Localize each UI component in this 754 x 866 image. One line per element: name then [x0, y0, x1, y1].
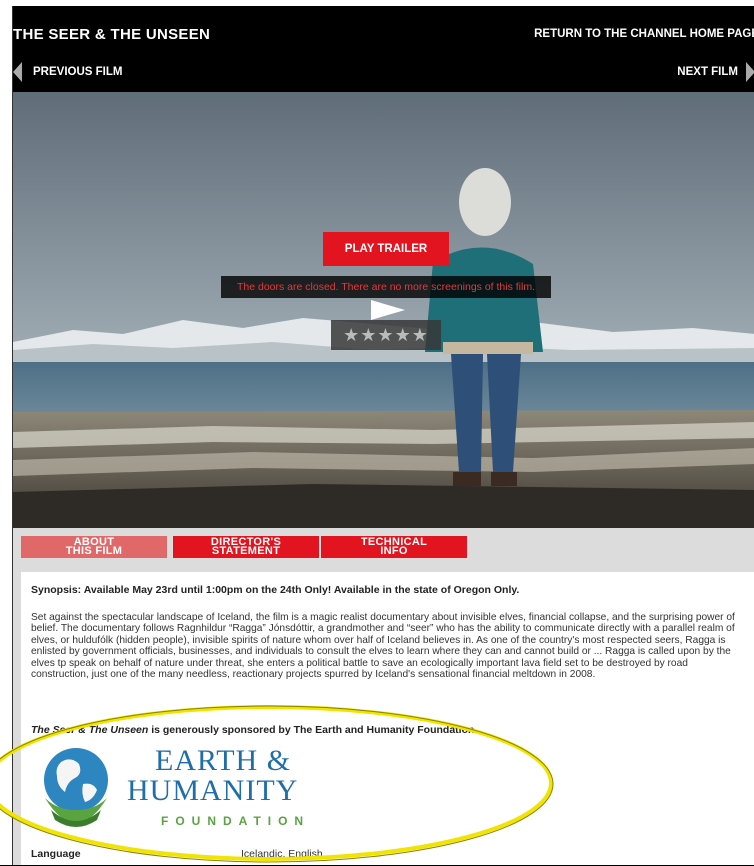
language-label: Language — [31, 848, 81, 860]
sponsor-line: The Seer & The Unseen is generously spon… — [31, 724, 477, 736]
earth-humanity-logo: EARTH & HUMANITY FOUNDATION — [31, 740, 371, 830]
screening-closed-message: The doors are closed. There are no more … — [221, 276, 551, 298]
film-page: THE SEER & THE UNSEEN RETURN TO THE CHAN… — [12, 6, 754, 865]
tab-technical-label: TECHNICAL INFO — [360, 536, 428, 557]
sponsor-film-title: The Seer & The Unseen — [31, 724, 149, 736]
globe-hands-icon — [44, 748, 108, 827]
tab-about-this-film[interactable]: ABOUT THIS FILM — [21, 536, 167, 558]
play-trailer-button[interactable]: PLAY TRAILER — [323, 232, 449, 266]
next-arrow-icon — [746, 62, 754, 82]
tab-technical-info[interactable]: TECHNICAL INFO — [321, 536, 467, 558]
synopsis-heading: Synopsis: Available May 23rd until 1:00p… — [31, 584, 520, 596]
tab-about-label: ABOUT THIS FILM — [65, 536, 123, 557]
trailer-video[interactable]: PLAY TRAILER The doors are closed. There… — [13, 92, 754, 528]
sponsor-text: is generously sponsored by The Earth and… — [148, 724, 478, 736]
synopsis-body: Set against the spectacular landscape of… — [31, 612, 735, 681]
language-value: Icelandic, English — [241, 848, 323, 860]
tab-directors-statement[interactable]: DIRECTOR'S STATEMENT — [173, 536, 319, 558]
top-bar: THE SEER & THE UNSEEN RETURN TO THE CHAN… — [13, 6, 754, 92]
logo-line-foundation: FOUNDATION — [161, 814, 311, 828]
previous-film-link[interactable]: PREVIOUS FILM — [13, 62, 122, 82]
star-rating[interactable]: ★★★★★ — [331, 320, 441, 350]
logo-line-earth: EARTH & — [155, 744, 292, 777]
previous-film-label: PREVIOUS FILM — [33, 66, 123, 78]
film-info-panel: ABOUT THIS FILM DIRECTOR'S STATEMENT TECHN… — [13, 528, 754, 865]
tab-directors-label: DIRECTOR'S STATEMENT — [210, 536, 282, 557]
previous-arrow-icon — [13, 62, 22, 82]
next-film-link[interactable]: NEXT FILM — [677, 62, 754, 82]
film-title: THE SEER & THE UNSEEN — [13, 26, 211, 43]
logo-line-humanity: HUMANITY — [127, 774, 299, 807]
return-home-link[interactable]: RETURN TO THE CHANNEL HOME PAGE — [534, 28, 754, 40]
next-film-label: NEXT FILM — [677, 66, 738, 78]
tab-content: Synopsis: Available May 23rd until 1:00p… — [21, 572, 754, 865]
play-icon[interactable] — [371, 300, 405, 320]
screenshot-frame: THE SEER & THE UNSEEN RETURN TO THE CHAN… — [0, 0, 754, 865]
